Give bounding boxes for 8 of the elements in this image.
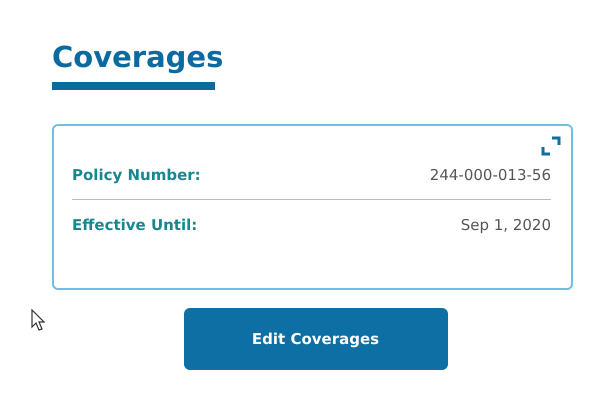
edit-coverages-button[interactable]: Edit Coverages <box>184 308 448 370</box>
field-value: Sep 1, 2020 <box>460 216 551 234</box>
field-label: Effective Until: <box>72 216 198 234</box>
mouse-pointer-icon <box>31 309 45 331</box>
field-value: 244-000-013-56 <box>430 166 551 184</box>
expand-icon[interactable] <box>541 136 561 156</box>
section-title: Coverages <box>52 39 224 76</box>
field-label: Policy Number: <box>72 166 201 184</box>
